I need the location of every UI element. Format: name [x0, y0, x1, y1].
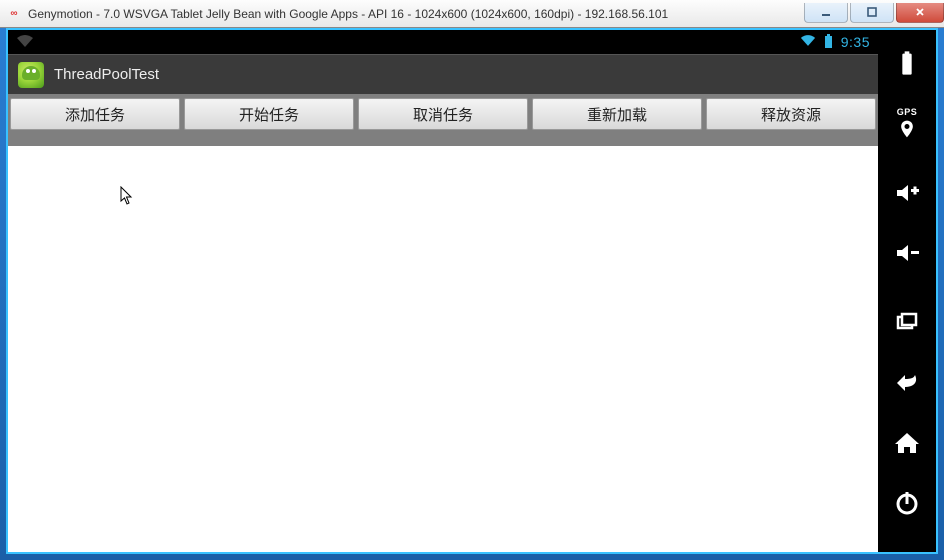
- add-task-button[interactable]: 添加任务: [10, 98, 180, 130]
- battery-icon: [824, 34, 833, 51]
- reload-button[interactable]: 重新加载: [532, 98, 702, 130]
- close-button[interactable]: [896, 3, 944, 23]
- wifi-icon: [800, 34, 816, 50]
- emulator-frame: 9:35 ThreadPoolTest 添加任务 开始任务 取消任务 重新加载 …: [6, 28, 938, 554]
- app-launcher-icon[interactable]: [18, 62, 44, 88]
- window-titlebar: ∞ Genymotion - 7.0 WSVGA Tablet Jelly Be…: [0, 0, 944, 28]
- cancel-task-button[interactable]: 取消任务: [358, 98, 528, 130]
- android-status-bar[interactable]: 9:35: [8, 30, 878, 54]
- release-button[interactable]: 释放资源: [706, 98, 876, 130]
- gps-sidebar-button[interactable]: GPS: [886, 102, 928, 144]
- power-button[interactable]: [886, 482, 928, 524]
- app-window-icon: ∞: [6, 6, 22, 22]
- maximize-button[interactable]: [850, 3, 894, 23]
- content-area[interactable]: [8, 146, 878, 552]
- volume-up-button[interactable]: [886, 172, 928, 214]
- divider: [8, 134, 878, 146]
- mouse-cursor-icon: [120, 186, 134, 206]
- emulator-screen: 9:35 ThreadPoolTest 添加任务 开始任务 取消任务 重新加载 …: [8, 30, 878, 552]
- volume-down-button[interactable]: [886, 232, 928, 274]
- start-task-button[interactable]: 开始任务: [184, 98, 354, 130]
- app-title: ThreadPoolTest: [54, 66, 159, 83]
- home-button[interactable]: [886, 422, 928, 464]
- wifi-dim-icon: [16, 34, 34, 51]
- gps-label: GPS: [897, 107, 918, 117]
- back-button[interactable]: [886, 362, 928, 404]
- recent-apps-button[interactable]: [886, 302, 928, 344]
- status-clock: 9:35: [841, 34, 870, 50]
- minimize-button[interactable]: [804, 3, 848, 23]
- app-action-bar: ThreadPoolTest: [8, 54, 878, 94]
- window-controls: [804, 4, 944, 24]
- button-row: 添加任务 开始任务 取消任务 重新加载 释放资源: [8, 94, 878, 134]
- window-title: Genymotion - 7.0 WSVGA Tablet Jelly Bean…: [28, 7, 804, 21]
- battery-sidebar-button[interactable]: [886, 42, 928, 84]
- genymotion-sidebar: GPS: [878, 30, 936, 552]
